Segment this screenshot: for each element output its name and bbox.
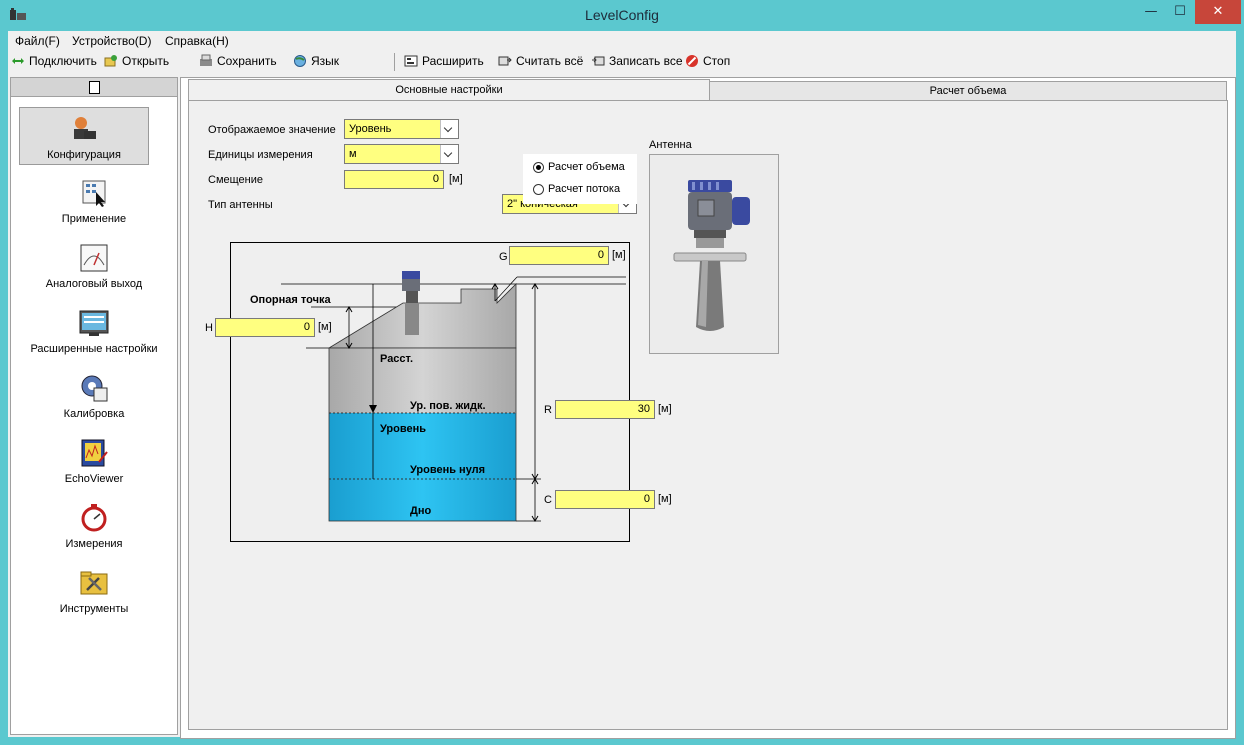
bottom-label: Дно: [410, 505, 432, 517]
panel-toggle-icon[interactable]: [89, 81, 100, 94]
globe-icon: [294, 55, 306, 67]
menu-help[interactable]: Справка(H): [165, 34, 229, 48]
sidebar-item-tools[interactable]: Инструменты: [11, 562, 177, 624]
zero-level-label: Уровень нуля: [410, 464, 486, 476]
antenna-type-label: Тип антенны: [208, 199, 273, 211]
sidebar-item-calibration[interactable]: Калибровка: [11, 367, 177, 429]
offset-input[interactable]: 0: [344, 170, 444, 189]
expand-icon: [404, 55, 418, 67]
menu-bar: Файл(F) Устройство(D) Справка(H): [8, 31, 1236, 51]
app-window: LevelConfig — ☐ ✕ Файл(F) Устройство(D) …: [0, 0, 1244, 745]
menu-file[interactable]: Файл(F): [15, 34, 60, 48]
advanced-settings-icon: [79, 310, 109, 336]
offset-unit: [м]: [449, 173, 463, 185]
echoviewer-icon: [81, 439, 108, 467]
h-unit: [м]: [318, 321, 332, 333]
open-icon: [104, 55, 117, 67]
g-unit: [м]: [612, 249, 626, 261]
radio-indicator: [533, 183, 544, 195]
calc-mode-group: Расчет объема Расчет потока: [523, 154, 637, 204]
radio-flow-calc[interactable]: Расчет потока: [533, 183, 620, 195]
window-title: LevelConfig: [585, 7, 659, 23]
sidebar-header: [11, 78, 177, 97]
r-label: R: [544, 404, 552, 416]
write-icon: [592, 56, 605, 66]
r-input[interactable]: 30: [555, 400, 655, 419]
display-value-label: Отображаемое значение: [208, 124, 336, 136]
toolbar: Подключить Открыть Сохранить Язык Расшир…: [8, 51, 1236, 73]
r-unit: [м]: [658, 403, 672, 415]
tools-icon: [80, 571, 108, 595]
expand-button[interactable]: Расширить: [404, 54, 484, 68]
configuration-icon: [74, 117, 96, 139]
main-area: Основные настройки Расчет объема Отображ…: [180, 77, 1236, 739]
sidebar-item-analog-output[interactable]: Аналоговый выход: [11, 237, 177, 299]
read-icon: [498, 56, 512, 66]
units-select[interactable]: м: [344, 144, 459, 164]
stop-icon: [686, 55, 698, 67]
antenna-image: [649, 154, 779, 354]
read-all-button[interactable]: Считать всё: [498, 54, 583, 68]
open-button[interactable]: Открыть: [104, 54, 169, 68]
display-value-select[interactable]: Уровень: [344, 119, 459, 139]
connect-icon: [12, 58, 24, 64]
measurement-icon: [81, 504, 107, 532]
sidebar-item-echoviewer[interactable]: EchoViewer: [11, 432, 177, 494]
title-bar: LevelConfig — ☐ ✕: [0, 0, 1244, 31]
h-label: H: [205, 322, 213, 334]
h-input[interactable]: 0: [215, 318, 315, 337]
radio-volume-calc[interactable]: Расчет объема: [533, 161, 625, 173]
language-button[interactable]: Язык: [293, 54, 339, 68]
menu-device[interactable]: Устройство(D): [72, 34, 151, 48]
c-label: C: [544, 494, 552, 506]
antenna-label: Антенна: [649, 139, 692, 151]
stop-button[interactable]: Стоп: [685, 54, 730, 68]
connect-button[interactable]: Подключить: [11, 54, 97, 68]
toolbar-separator: [394, 53, 395, 71]
close-button[interactable]: ✕: [1195, 0, 1241, 24]
application-icon: [82, 180, 106, 207]
analog-output-icon: [80, 244, 108, 272]
offset-label: Смещение: [208, 174, 264, 186]
sidebar-item-configuration[interactable]: Конфигурация: [19, 107, 149, 165]
chevron-down-icon: [440, 145, 458, 163]
tab-basic-settings[interactable]: Основные настройки: [188, 79, 710, 101]
tab-volume-calculation[interactable]: Расчет объема: [709, 81, 1227, 101]
c-input[interactable]: 0: [555, 490, 655, 509]
sidebar-item-advanced-settings[interactable]: Расширенные настройки: [11, 302, 177, 364]
write-all-button[interactable]: Записать все: [591, 54, 683, 68]
sidebar: Конфигурация Применение Аналоговый выход…: [10, 77, 178, 735]
g-label: G: [499, 251, 508, 263]
reference-point-label: Опорная точка: [250, 294, 331, 306]
calibration-icon: [81, 375, 108, 402]
level-label: Уровень: [380, 423, 427, 435]
maximize-button[interactable]: ☐: [1165, 0, 1195, 24]
g-input[interactable]: 0: [509, 246, 609, 265]
settings-panel: Отображаемое значение Уровень Единицы из…: [188, 100, 1228, 730]
save-button[interactable]: Сохранить: [199, 54, 277, 68]
save-icon: [200, 54, 212, 66]
window-frame: Файл(F) Устройство(D) Справка(H) Подключ…: [8, 31, 1236, 739]
radio-indicator: [533, 161, 544, 173]
sidebar-item-measurement[interactable]: Измерения: [11, 497, 177, 559]
distance-label: Расст.: [380, 353, 414, 365]
tank-diagram: G 0 [м] H 0 [м] R 30 [м] C 0 [м] Опорная…: [205, 242, 672, 542]
radar-antenna-icon: [673, 180, 750, 331]
c-unit: [м]: [658, 493, 672, 505]
minimize-button[interactable]: —: [1136, 0, 1166, 24]
liquid-level-label: Ур. пов. жидк.: [410, 400, 486, 412]
chevron-down-icon: [440, 120, 458, 138]
units-label: Единицы измерения: [208, 149, 313, 161]
sidebar-item-application[interactable]: Применение: [11, 172, 177, 234]
